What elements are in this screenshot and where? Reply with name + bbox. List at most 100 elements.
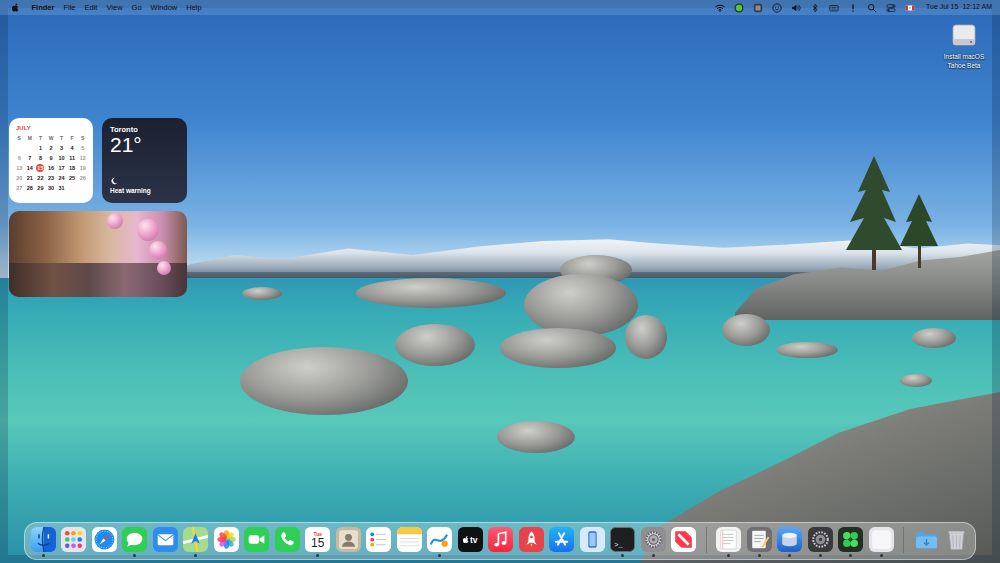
keyboard-icon[interactable] (829, 3, 839, 13)
dock-item[interactable] (397, 527, 422, 559)
dock-item[interactable]: >_ (610, 527, 635, 559)
menu-item[interactable]: File (59, 0, 80, 15)
calendar-day[interactable]: 9 (46, 153, 57, 163)
dock-item[interactable] (183, 527, 208, 559)
controlcenter-icon[interactable] (886, 3, 896, 13)
dock-item[interactable] (153, 527, 178, 559)
weather-widget[interactable]: Toronto21°Heat warning (102, 118, 187, 203)
calendar-day[interactable]: 10 (56, 153, 67, 163)
dock-item[interactable] (92, 527, 117, 559)
calendar-day[interactable]: 2 (46, 143, 57, 153)
dock-item[interactable] (838, 527, 863, 559)
calendar-day-number: 7 (26, 154, 34, 162)
menu-item[interactable]: Help (182, 0, 206, 15)
calendar-day[interactable]: 26 (77, 173, 88, 183)
calendar-day-number: 3 (58, 144, 66, 152)
calendar-day[interactable]: 24 (56, 173, 67, 183)
dock-item[interactable] (777, 527, 802, 559)
calendar-day[interactable]: 14 (25, 163, 36, 173)
rock (524, 274, 638, 336)
phone-icon (275, 527, 300, 552)
menu-item[interactable]: View (102, 0, 127, 15)
running-indicator (758, 554, 761, 557)
dock-item[interactable]: tv (458, 527, 483, 559)
menu-item[interactable]: Window (146, 0, 182, 15)
dock-item[interactable] (214, 527, 239, 559)
calendar-day[interactable]: 5 (77, 143, 88, 153)
calendar-day[interactable]: 22 (35, 173, 46, 183)
dock-item[interactable] (808, 527, 833, 559)
calendar-day-number: 4 (68, 144, 76, 152)
calendar-day[interactable]: 8 (35, 153, 46, 163)
dock-item[interactable] (716, 527, 741, 559)
dock-item[interactable] (31, 527, 56, 559)
dock-item[interactable] (244, 527, 269, 559)
calendar-day[interactable]: 6 (14, 153, 25, 163)
dock-item[interactable] (61, 527, 86, 559)
wifi-icon[interactable] (715, 3, 725, 13)
calendar-day[interactable]: 12 (77, 153, 88, 163)
darkapp-icon[interactable] (753, 3, 763, 13)
calendar-day[interactable]: 28 (25, 183, 36, 193)
dock-item[interactable] (519, 527, 544, 559)
calendar-day[interactable]: 19 (77, 163, 88, 173)
desktop-item[interactable]: Install macOS Tahoe Beta (937, 21, 991, 70)
calendar-day[interactable]: 20 (14, 173, 25, 183)
photo-balloon (107, 213, 123, 229)
dock-item[interactable] (275, 527, 300, 559)
moon-icon (110, 177, 118, 185)
app-menu[interactable]: Finder (27, 0, 59, 15)
apple-menu-icon[interactable] (9, 3, 21, 12)
search-icon[interactable] (867, 3, 877, 13)
dock-item[interactable] (747, 527, 772, 559)
calendar-day[interactable]: 27 (14, 183, 25, 193)
calendar-day[interactable]: 31 (56, 183, 67, 193)
dock-item[interactable]: Tue15 (305, 527, 330, 559)
dock-item[interactable] (549, 527, 574, 559)
dock-item[interactable] (122, 527, 147, 559)
calendar-day[interactable]: 29 (35, 183, 46, 193)
calendar-day[interactable]: 30 (46, 183, 57, 193)
calendar-widget[interactable]: JULYSMTWTFS12345678910111213141516171819… (9, 118, 93, 203)
calendar-day[interactable]: 7 (25, 153, 36, 163)
photo-widget[interactable] (9, 211, 187, 297)
dock-item[interactable] (914, 527, 939, 559)
calendar-day[interactable]: 21 (25, 173, 36, 183)
dock-item[interactable] (671, 527, 696, 559)
folder-icon (914, 527, 939, 552)
dock-item[interactable] (427, 527, 452, 559)
smiley-icon[interactable] (772, 3, 782, 13)
calendar-day[interactable]: 23 (46, 173, 57, 183)
rock (722, 314, 770, 346)
calendar-day[interactable]: 17 (56, 163, 67, 173)
clock[interactable]: Tue Jul 1512:12 AM (926, 2, 992, 13)
menu-item[interactable]: Edit (80, 0, 102, 15)
bluetooth-icon[interactable] (810, 3, 820, 13)
flag-icon[interactable] (905, 3, 915, 13)
desktop[interactable]: FinderFileEditViewGoWindowHelp Tue Jul 15… (0, 0, 1000, 563)
running-indicator (438, 554, 441, 557)
calendar-day[interactable]: 1 (35, 143, 46, 153)
calendar-day[interactable]: 13 (14, 163, 25, 173)
calendar-day[interactable]: 11 (67, 153, 78, 163)
calendar-day[interactable]: 25 (67, 173, 78, 183)
menu-item[interactable]: Go (127, 0, 146, 15)
calendar-day[interactable]: 3 (56, 143, 67, 153)
weather-city: Toronto (110, 125, 179, 134)
volume-icon[interactable] (791, 3, 801, 13)
alert-icon[interactable] (848, 3, 858, 13)
dock-item[interactable] (366, 527, 391, 559)
dock-item[interactable] (336, 527, 361, 559)
dock-item[interactable] (944, 527, 969, 559)
dock-item[interactable] (488, 527, 513, 559)
calendar-day[interactable]: 4 (67, 143, 78, 153)
dock-item[interactable] (580, 527, 605, 559)
weekday-label: T (56, 133, 67, 143)
calendar-day[interactable]: 16 (46, 163, 57, 173)
calendar-day[interactable]: 18 (67, 163, 78, 173)
dock-item[interactable] (869, 527, 894, 559)
dock: Tue15 tv >_ (24, 522, 977, 560)
calendar-day[interactable]: 15 (35, 163, 46, 173)
dock-item[interactable] (641, 527, 666, 559)
greenapp-icon[interactable] (734, 3, 744, 13)
